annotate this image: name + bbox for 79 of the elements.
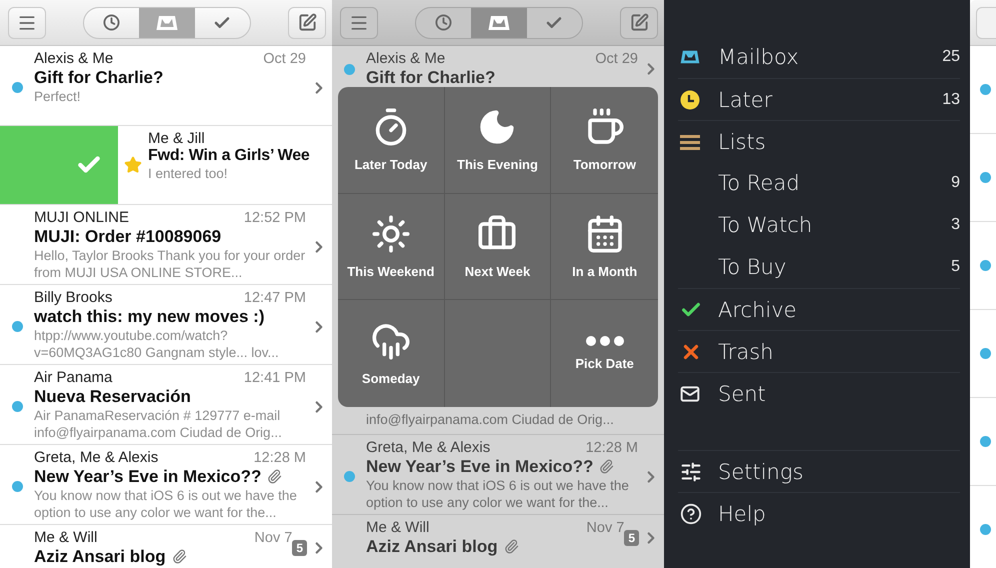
email-time: 12:41 PM: [244, 370, 306, 386]
clock-icon: [103, 14, 120, 31]
compose-button[interactable]: [288, 6, 326, 38]
snooze-option[interactable]: Tomorrow: [551, 87, 658, 194]
email-preview: I entered too!: [148, 165, 229, 182]
email-subject: Aziz Ansari blog: [366, 536, 498, 557]
compose-button[interactable]: [620, 6, 658, 38]
snooze-option[interactable]: This Weekend: [338, 194, 445, 300]
snooze-option[interactable]: Pick Date: [551, 300, 658, 407]
view-tab[interactable]: [139, 8, 195, 38]
sender-name: Me & Will: [34, 529, 98, 546]
sender-name: Alexis & Me: [34, 50, 114, 67]
rain-cloud-icon: [370, 321, 411, 362]
more-icon: [586, 336, 624, 346]
count-badge: 5: [624, 530, 639, 546]
email-time: 12:28 M: [586, 440, 638, 456]
menu-item[interactable]: Help: [678, 502, 960, 526]
email-subject: Fwd: Win a Girls’ Wee: [148, 147, 311, 165]
sender-name: Me & Jill: [148, 130, 206, 147]
sender-name: Air Panama: [34, 369, 112, 386]
menu-item[interactable]: Trash: [678, 340, 960, 364]
email-preview: Hello, Taylor Brooks Thank you for your order from MUJI USA ONLINE STORE...: [34, 247, 306, 281]
menu-item[interactable]: Archive: [678, 298, 960, 322]
snooze-option[interactable]: Later Today: [338, 87, 445, 194]
email-time: Nov 7: [586, 520, 624, 536]
snooze-option[interactable]: Someday: [338, 300, 445, 407]
menu-item[interactable]: Mailbox 25: [678, 45, 960, 69]
menu-item[interactable]: Sent: [678, 382, 960, 406]
email-time: 12:47 PM: [244, 290, 306, 306]
email-time: Oct 29: [595, 51, 638, 67]
email-subject: Aziz Ansari blog: [34, 546, 166, 567]
email-preview: Air PanamaReservación # 129777 e-mail info@flyairpanama.com Ciudad de Orig...: [34, 407, 283, 441]
email-subject: Gift for Charlie?: [366, 67, 496, 87]
sender-name: Me & Will: [366, 519, 430, 536]
email-row[interactable]: Alexis & Me Oct 29 Gift for Charlie?: [332, 46, 664, 87]
settings-icon: [680, 460, 702, 482]
email-row[interactable]: Me & Will Nov 7 Aziz Ansari blog 5: [0, 525, 332, 567]
sender-name: MUJI ONLINE: [34, 209, 130, 226]
view-tab[interactable]: [471, 8, 527, 38]
tray-icon: [488, 14, 510, 32]
menu-item[interactable]: To Read 9: [678, 171, 960, 195]
sender-name: Greta, Me & Alexis: [366, 439, 490, 456]
email-row[interactable]: Me & Will Nov 7 Aziz Ansari blog 5: [332, 515, 664, 557]
email-time: Nov 7: [254, 530, 292, 546]
email-subject: Nueva Reservación: [34, 386, 191, 407]
email-subject: Gift for Charlie?: [34, 67, 164, 88]
email-subject: New Year’s Eve in Mexico??: [34, 466, 262, 487]
clock-icon: [435, 14, 452, 31]
email-time: 12:28 M: [254, 450, 306, 466]
email-row[interactable]: Me & Jill Fwd: Win a Girls’ Wee I entered too!: [0, 126, 332, 205]
email-time: 12:52 PM: [244, 210, 306, 226]
menu-item[interactable]: To Watch 3: [678, 213, 960, 237]
compose-icon: [630, 13, 648, 32]
sun-icon: [370, 214, 411, 254]
email-time: Oct 29: [263, 51, 306, 67]
tray-icon: [156, 14, 178, 32]
email-preview: You know now that iOS 6 is out we have the option to use any color we want for the...: [34, 487, 298, 521]
menu-button[interactable]: [8, 6, 46, 38]
email-subject: MUJI: Order #10089069: [34, 226, 222, 247]
snooze-option[interactable]: Next Week: [444, 194, 552, 300]
snooze-option[interactable]: In a Month: [551, 194, 658, 300]
email-subject: watch this: my new moves :): [34, 306, 264, 327]
help-icon: [680, 502, 702, 524]
snooze-option[interactable]: This Evening: [444, 87, 552, 194]
email-preview: info@flyairpanama.com Ciudad de Orig...: [366, 411, 614, 429]
email-preview: You know now that iOS 6 is out we have the option to use any color we want for the...: [366, 477, 630, 511]
email-preview: htpp://www.youtube.com/watch? v=60MQ3AG1c80 Gangnam style... lov...: [34, 327, 280, 361]
menu-item[interactable]: Lists: [678, 130, 960, 154]
sender-name: Billy Brooks: [34, 289, 112, 306]
email-preview: Perfect!: [34, 88, 82, 105]
menu-item[interactable]: Later 13: [678, 88, 960, 112]
sender-name: Greta, Me & Alexis: [34, 449, 158, 466]
compose-icon: [298, 13, 316, 32]
menu-item[interactable]: To Buy 5: [678, 255, 960, 279]
menu-button[interactable]: [340, 6, 378, 38]
sender-name: Alexis & Me: [366, 50, 446, 67]
menu-item[interactable]: Settings: [678, 460, 960, 484]
count-badge: 5: [292, 540, 307, 556]
email-subject: New Year’s Eve in Mexico??: [366, 456, 594, 477]
